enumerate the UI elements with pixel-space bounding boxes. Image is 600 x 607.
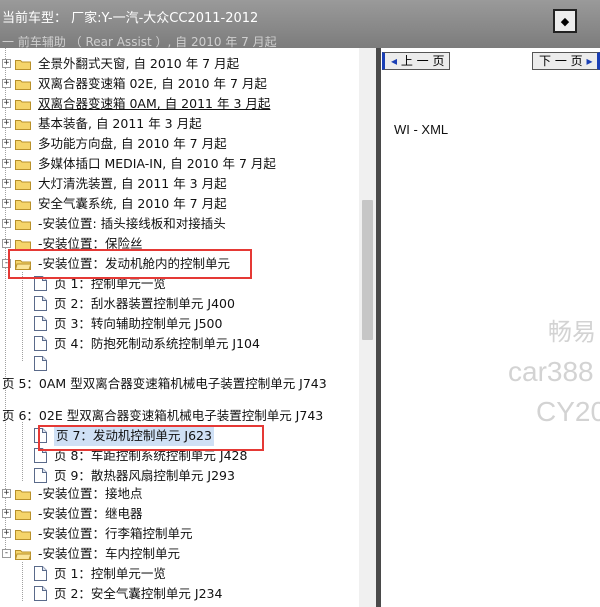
tree-page-label: 页 6：02E 型双离合器变速箱机械电子装置控制单元 J743 [2,408,324,423]
tree-folder-item[interactable]: + 双离合器变速箱 02E, 自 2010 年 7 月起 [2,74,362,94]
folder-icon [15,140,31,150]
tree-page-item[interactable]: 页 2：安全气囊控制单元 J234 [34,584,364,604]
tree-page-label: 页 2：刮水器装置控制单元 J400 [54,296,235,311]
folder-icon [15,530,31,540]
tree-folder-item[interactable]: + 多功能方向盘, 自 2010 年 7 月起 [2,134,362,154]
document-page-icon [34,296,47,311]
tree-page-item[interactable]: 页 2：刮水器装置控制单元 J400 [34,294,364,314]
annotation-highlight-box [8,249,252,279]
expand-icon[interactable]: + [2,179,11,188]
folder-icon [15,200,31,210]
tree-folder-label: 基本装备, 自 2011 年 3 月起 [38,116,202,131]
document-page-icon [34,566,47,581]
expand-icon[interactable]: + [2,119,11,128]
tree-scrollbar-thumb[interactable] [362,200,373,340]
window-header: 当前车型： 厂家:Y-一汽-大众CC2011-2012 一 前车辅助 （ Rea… [0,0,600,48]
tree-page-label: 页 9：散热器风扇控制单元 J293 [54,468,235,483]
tree-folder-item[interactable]: + 双离合器变速箱 0AM, 自 2011 年 3 月起 [2,94,362,114]
tree-folder-item[interactable]: + -安装位置：继电器 [2,504,362,524]
folder-icon [15,100,31,110]
document-page-icon [34,586,47,601]
expand-icon[interactable]: + [2,159,11,168]
watermark-text: 畅易 [548,319,596,346]
tree-page-label: 页 5：0AM 型双离合器变速箱机械电子装置控制单元 J743 [2,376,327,391]
tree-folder-label: 安全气囊系统, 自 2010 年 7 月起 [38,196,227,211]
previous-page-button[interactable]: ◂ 上 一 页 [382,52,450,70]
tree-folder-item[interactable]: + 基本装备, 自 2011 年 3 月起 [2,114,362,134]
tree-folder-label: -安装位置：车内控制单元 [38,546,181,561]
tree-page-item[interactable]: 页 6：02E 型双离合器变速箱机械电子装置控制单元 J743 [2,406,362,426]
folder-icon [15,490,31,500]
tree-folder-label: 双离合器变速箱 0AM, 自 2011 年 3 月起 [38,96,271,111]
expand-icon[interactable]: + [2,219,11,228]
tree-page-item[interactable]: 页 5：0AM 型双离合器变速箱机械电子装置控制单元 J743 [2,374,362,394]
folder-icon [15,220,31,230]
watermark-text: car388 [508,356,594,387]
watermark-text: CY20 [536,396,600,427]
document-page-icon [34,468,47,483]
collapse-panel-icon: ◆ [560,14,570,28]
tree-folder-item[interactable]: + -安装位置: 插头接线板和对接插头 [2,214,362,234]
collapse-panel-button[interactable]: ◆ [553,9,577,33]
tree-folder-label: -安装位置：继电器 [38,506,143,521]
expand-icon[interactable]: + [2,99,11,108]
expand-icon[interactable]: + [2,139,11,148]
document-page-icon [34,316,47,331]
tree-folder-label: 多功能方向盘, 自 2010 年 7 月起 [38,136,227,151]
tree-folder-label: 双离合器变速箱 02E, 自 2010 年 7 月起 [38,76,267,91]
tree-folder-item[interactable]: + 全景外翻式天窗, 自 2010 年 7 月起 [2,54,362,74]
tree-page-label: 页 4：防抱死制动系统控制单元 J104 [54,336,260,351]
expand-icon[interactable]: + [2,489,11,498]
tree-page-label: 页 3：转向辅助控制单元 J500 [54,316,223,331]
folder-icon [15,160,31,170]
expand-icon[interactable]: + [2,239,11,248]
tree-page-item[interactable]: 页 4：防抱死制动系统控制单元 J104 [34,334,364,354]
expand-icon[interactable]: + [2,199,11,208]
next-page-label: 下 一 页 [539,54,583,68]
folder-icon [15,120,31,130]
tree-page-item[interactable] [34,354,364,374]
arrow-left-icon: ◂ [391,54,398,68]
expand-icon[interactable]: + [2,59,11,68]
tree-folder-label: 多媒体插口 MEDIA-IN, 自 2010 年 7 月起 [38,156,276,171]
tree-folder-item[interactable]: + 大灯清洗装置, 自 2011 年 3 月起 [2,174,362,194]
tree-page-label: 页 2：安全气囊控制单元 J234 [54,586,223,601]
folder-icon [15,180,31,190]
collapse-icon[interactable]: - [2,549,11,558]
folder-icon [15,60,31,70]
tree-page-item[interactable]: 页 1：控制单元一览 [34,564,364,584]
arrow-right-icon: ▸ [586,54,593,68]
open-folder-icon [15,550,31,560]
tree-folder-item[interactable]: + -安装位置：接地点 [2,484,362,504]
expand-icon[interactable]: + [2,509,11,518]
partial-tree-item-label: 一 前车辅助 （ Rear Assist ）, 自 2010 年 7 月起 [2,36,277,48]
tree-folder-item[interactable]: + 多媒体插口 MEDIA-IN, 自 2010 年 7 月起 [2,154,362,174]
tree-folder-item-expanded[interactable]: - -安装位置：车内控制单元 [2,544,362,564]
tree-folder-label: -安装位置: 插头接线板和对接插头 [38,216,226,231]
tree-folder-label: 全景外翻式天窗, 自 2010 年 7 月起 [38,56,240,71]
tree-folder-item[interactable]: + -安装位置：行李箱控制单元 [2,524,362,544]
tree-page-item[interactable]: 页 9：散热器风扇控制单元 J293 [34,466,364,486]
expand-icon[interactable]: + [2,529,11,538]
expand-icon[interactable]: + [2,79,11,88]
folder-icon [15,80,31,90]
folder-icon [15,510,31,520]
document-tree: + 全景外翻式天窗, 自 2010 年 7 月起 + 双离合器变速箱 02E, … [0,48,376,607]
tree-page-label: 页 1：控制单元一览 [54,566,166,581]
document-page-icon [34,356,47,371]
document-type-label: WI - XML [394,122,449,137]
document-page-icon [34,336,47,351]
current-model-title: 当前车型： 厂家:Y-一汽-大众CC2011-2012 [2,11,259,26]
tree-folder-label: 大灯清洗装置, 自 2011 年 3 月起 [38,176,227,191]
tree-folder-item[interactable]: + 安全气囊系统, 自 2010 年 7 月起 [2,194,362,214]
previous-page-label: 上 一 页 [400,54,445,68]
tree-folder-label: -安装位置：接地点 [38,486,143,501]
next-page-button[interactable]: 下 一 页 ▸ [532,52,600,70]
tree-page-item[interactable]: 页 3：转向辅助控制单元 J500 [34,314,364,334]
tree-folder-label: -安装位置：行李箱控制单元 [38,526,193,541]
annotation-highlight-box [38,425,264,451]
